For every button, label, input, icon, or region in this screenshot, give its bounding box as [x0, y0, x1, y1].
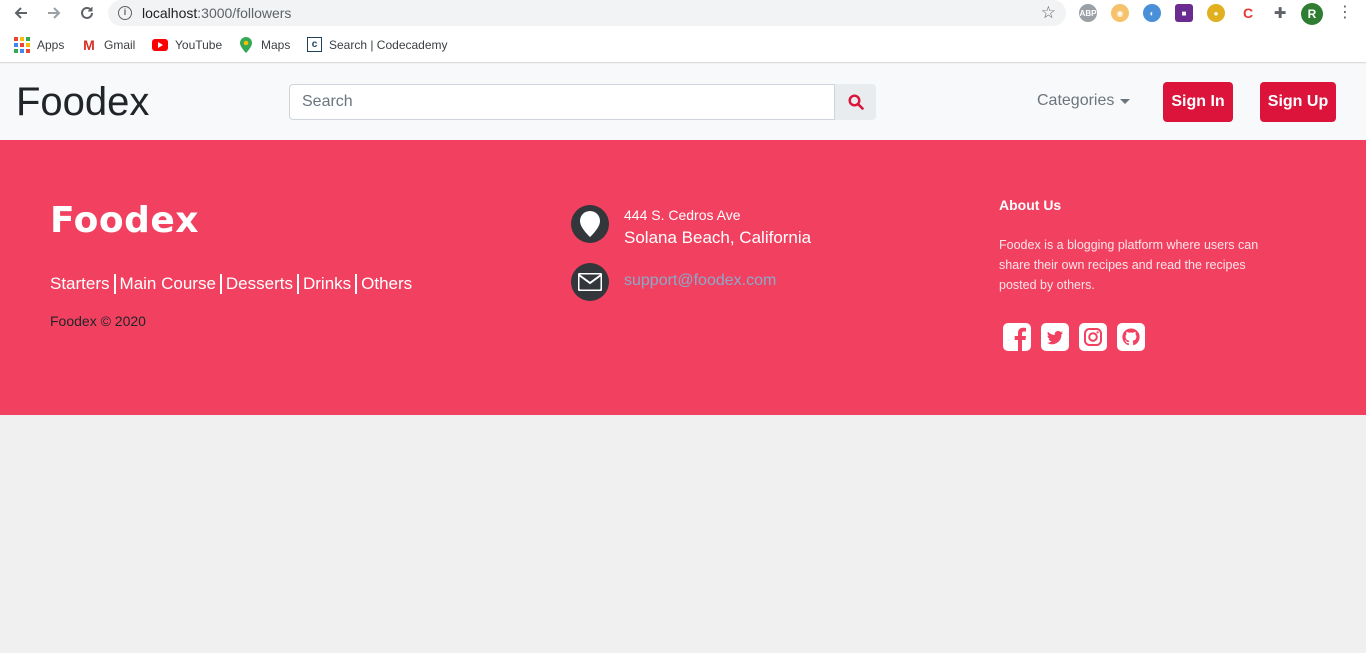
forward-icon[interactable] [43, 3, 65, 23]
address-line-1: 444 S. Cedros Ave [624, 207, 741, 223]
footer-links: Starters Main Course Desserts Drinks Oth… [50, 274, 412, 294]
browser-toolbar: i localhost:3000/followers ☆ ABP ◉ ◐ ■ ●… [0, 0, 1366, 27]
bookmark-apps[interactable]: Apps [14, 37, 64, 53]
profile-avatar[interactable]: R [1301, 3, 1323, 25]
site-footer: Foodex Starters Main Course Desserts Dri… [0, 140, 1366, 415]
extension-yellow-icon[interactable]: ● [1207, 4, 1225, 22]
extension-blue-icon[interactable]: ◐ [1143, 4, 1161, 22]
menu-dots-icon[interactable]: ⋮ [1334, 3, 1356, 23]
extension-face-icon[interactable]: ◉ [1111, 4, 1129, 22]
bookmark-maps[interactable]: Maps [238, 37, 290, 53]
link-separator [219, 274, 222, 294]
instagram-icon[interactable] [1079, 323, 1107, 351]
youtube-icon [152, 37, 168, 53]
url-text[interactable]: localhost:3000/followers [142, 5, 291, 21]
link-separator [355, 274, 358, 294]
sign-up-button[interactable]: Sign Up [1260, 82, 1336, 122]
back-icon[interactable] [10, 3, 32, 23]
categories-label: Categories [1037, 92, 1115, 109]
bookmark-youtube[interactable]: YouTube [152, 37, 222, 53]
sign-in-button[interactable]: Sign In [1163, 82, 1233, 122]
footer-link-starters[interactable]: Starters [50, 274, 110, 294]
bookmark-label: Maps [261, 38, 291, 52]
extension-purple-icon[interactable]: ■ [1175, 4, 1193, 22]
abp-icon[interactable]: ABP [1079, 4, 1097, 22]
puzzle-icon[interactable]: ✚ [1271, 4, 1289, 22]
categories-dropdown[interactable]: Categories [1037, 92, 1131, 110]
address-line-2: Solana Beach, California [624, 228, 812, 247]
search-form [289, 84, 876, 120]
bookmark-label: YouTube [175, 38, 223, 52]
footer-link-main-course[interactable]: Main Course [120, 274, 216, 294]
reload-icon[interactable] [76, 3, 98, 23]
footer-link-drinks[interactable]: Drinks [303, 274, 351, 294]
about-us-text: Foodex is a blogging platform where user… [999, 238, 1259, 292]
twitter-icon[interactable] [1041, 323, 1069, 351]
codecademy-icon: c [307, 37, 322, 52]
footer-link-others[interactable]: Others [361, 274, 412, 294]
navbar-brand[interactable]: Foodex [16, 80, 149, 125]
facebook-icon[interactable] [1003, 323, 1031, 351]
maps-pin-icon [238, 37, 254, 53]
extension-c-icon[interactable]: C [1239, 4, 1257, 22]
link-separator [113, 274, 116, 294]
apps-grid-icon [14, 37, 30, 53]
bookmark-label: Search | Codecademy [329, 37, 448, 52]
footer-link-desserts[interactable]: Desserts [226, 274, 293, 294]
footer-copyright: Foodex © 2020 [50, 313, 146, 329]
bookmarks-bar: Apps M Gmail YouTube Maps c Search | Cod… [0, 27, 1366, 63]
footer-brand: Foodex [50, 200, 200, 241]
address-bar[interactable]: i localhost:3000/followers ☆ [108, 0, 1066, 26]
bookmark-label: Apps [37, 38, 65, 52]
link-separator [296, 274, 299, 294]
envelope-icon [571, 263, 609, 301]
search-input[interactable] [289, 84, 835, 120]
search-icon [847, 94, 864, 110]
bookmark-label: Gmail [104, 38, 136, 52]
map-marker-icon [571, 205, 609, 243]
about-us-title: About Us [999, 197, 1062, 213]
github-icon[interactable] [1117, 323, 1145, 351]
search-button[interactable] [835, 84, 876, 120]
site-navbar: Foodex Categories Sign In Sign Up [0, 64, 1366, 140]
caret-down-icon [1120, 98, 1131, 104]
bookmark-codecademy[interactable]: c Search | Codecademy [307, 37, 448, 52]
support-email-link[interactable]: support@foodex.com [624, 272, 776, 290]
social-links [1003, 323, 1145, 351]
bookmark-gmail[interactable]: M Gmail [81, 37, 135, 53]
bookmark-star-icon[interactable]: ☆ [1041, 3, 1056, 23]
gmail-icon: M [83, 37, 95, 53]
info-icon[interactable]: i [118, 6, 132, 20]
